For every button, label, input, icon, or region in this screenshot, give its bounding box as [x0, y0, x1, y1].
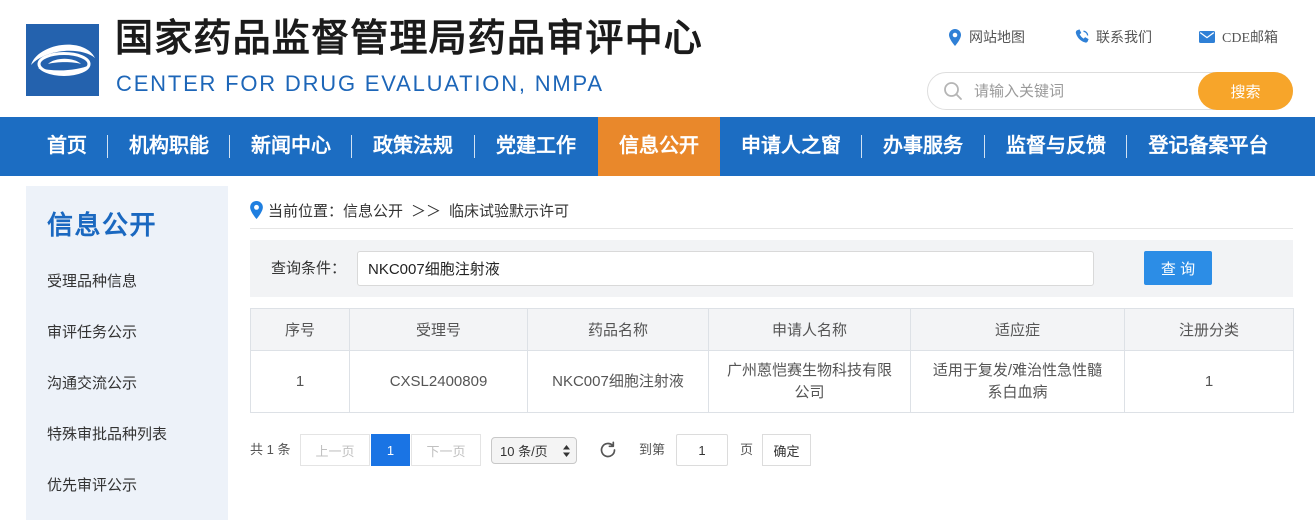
page-size-value: 10 条/页: [500, 444, 548, 459]
sidebar: 信息公开 受理品种信息 审评任务公示 沟通交流公示 特殊审批品种列表 优先审评公…: [26, 186, 228, 520]
table-row: 1 CXSL2400809 NKC007细胞注射液 广州蒽恺赛生物科技有限公司 …: [250, 350, 1294, 413]
breadcrumb-separator: ＞＞: [411, 202, 442, 220]
site-logo[interactable]: [26, 24, 99, 96]
column-header-applicant: 申请人名称: [708, 308, 911, 351]
breadcrumb-current: 临床试验默示许可: [449, 202, 570, 220]
sidebar-item-communication[interactable]: 沟通交流公示: [47, 359, 167, 410]
page-unit-label: 页: [740, 442, 754, 457]
nav-item-info-disclosure[interactable]: 信息公开: [598, 117, 720, 176]
main-nav: 首页 机构职能 新闻中心 政策法规 党建工作 信息公开 申请人之窗 办事服务 监…: [0, 117, 1315, 176]
goto-page-input[interactable]: [676, 434, 728, 466]
column-header-indication: 适应症: [910, 308, 1125, 351]
query-label: 查询条件：: [271, 260, 347, 277]
cell-acceptance-no: CXSL2400809: [349, 350, 528, 413]
result-table: 序号 受理号 药品名称 申请人名称 适应症 注册分类 1 CXSL2400809…: [250, 308, 1294, 413]
sidebar-menu: 受理品种信息 审评任务公示 沟通交流公示 特殊审批品种列表 优先审评公示: [47, 257, 167, 512]
page-size-select[interactable]: 10 条/页: [491, 437, 577, 464]
phone-icon: [1074, 29, 1090, 45]
sidebar-item-review-tasks[interactable]: 审评任务公示: [47, 308, 167, 359]
nav-item-services[interactable]: 办事服务: [861, 117, 984, 176]
top-link-sitemap[interactable]: 网站地图: [949, 27, 1025, 47]
divider: [250, 228, 1293, 229]
breadcrumb: 当前位置： 信息公开 ＞＞ 临床试验默示许可: [250, 200, 569, 220]
top-link-contact[interactable]: 联系我们: [1074, 27, 1152, 47]
top-link-sitemap-label: 网站地图: [969, 31, 1025, 46]
nav-item-applicant-window[interactable]: 申请人之窗: [720, 117, 862, 176]
prev-page-button[interactable]: 上一页: [300, 434, 370, 466]
query-button[interactable]: 查 询: [1144, 251, 1212, 285]
top-link-contact-label: 联系我们: [1096, 31, 1152, 46]
top-link-mailbox[interactable]: CDE邮箱: [1199, 27, 1278, 47]
cell-applicant: 广州蒽恺赛生物科技有限公司: [708, 350, 911, 413]
mail-icon: [1199, 31, 1215, 43]
page: 国家药品监督管理局药品审评中心 CENTER FOR DRUG EVALUATI…: [0, 0, 1315, 520]
column-header-acceptance-no: 受理号: [349, 308, 528, 351]
search-input[interactable]: [974, 73, 1194, 109]
sidebar-item-acceptance-info[interactable]: 受理品种信息: [47, 257, 167, 308]
nav-item-functions[interactable]: 机构职能: [107, 117, 230, 176]
cell-indication: 适用于复发/难治性急性髓系白血病: [910, 350, 1125, 413]
column-header-drug-name: 药品名称: [527, 308, 709, 351]
search-button[interactable]: 搜索: [1198, 72, 1293, 110]
location-pin-icon: [250, 201, 263, 219]
current-page-button[interactable]: 1: [371, 434, 410, 466]
nav-item-news[interactable]: 新闻中心: [229, 117, 352, 176]
logo-emblem-icon: [26, 24, 99, 96]
breadcrumb-link-info-disclosure[interactable]: 信息公开: [343, 200, 403, 221]
sidebar-item-priority-review[interactable]: 优先审评公示: [47, 461, 167, 512]
select-arrows-icon: [563, 445, 570, 457]
site-title: 国家药品监督管理局药品审评中心: [115, 18, 704, 60]
cell-index: 1: [250, 350, 350, 413]
table-header-row: 序号 受理号 药品名称 申请人名称 适应症 注册分类: [250, 308, 1294, 351]
cell-registration-category: 1: [1124, 350, 1294, 413]
refresh-icon[interactable]: [598, 440, 618, 460]
cell-drug-name: NKC007细胞注射液: [527, 350, 709, 413]
location-pin-icon: [949, 28, 961, 46]
sidebar-title: 信息公开: [47, 210, 158, 240]
sidebar-item-special-approval[interactable]: 特殊审批品种列表: [47, 410, 167, 461]
search-icon: [943, 81, 963, 101]
goto-confirm-button[interactable]: 确定: [762, 434, 811, 466]
column-header-index: 序号: [250, 308, 350, 351]
query-input[interactable]: [357, 251, 1094, 286]
top-link-mailbox-label: CDE邮箱: [1222, 31, 1278, 46]
breadcrumb-label: 当前位置：: [268, 202, 344, 220]
search-box: 搜索: [927, 72, 1293, 110]
nav-item-registration-platform[interactable]: 登记备案平台: [1126, 117, 1290, 176]
pagination: 共 1 条 上一页 1 下一页 10 条/页 到第 页 确定: [250, 434, 820, 466]
nav-item-supervision[interactable]: 监督与反馈: [984, 117, 1127, 176]
total-count: 共 1 条: [250, 442, 291, 457]
nav-item-home[interactable]: 首页: [26, 117, 108, 176]
nav-item-policies[interactable]: 政策法规: [351, 117, 474, 176]
query-panel: 查询条件： 查 询: [250, 240, 1293, 297]
column-header-registration-category: 注册分类: [1124, 308, 1294, 351]
site-subtitle: CENTER FOR DRUG EVALUATION, NMPA: [116, 71, 604, 96]
goto-label: 到第: [639, 442, 666, 457]
nav-item-party-building[interactable]: 党建工作: [474, 117, 597, 176]
next-page-button[interactable]: 下一页: [411, 434, 481, 466]
